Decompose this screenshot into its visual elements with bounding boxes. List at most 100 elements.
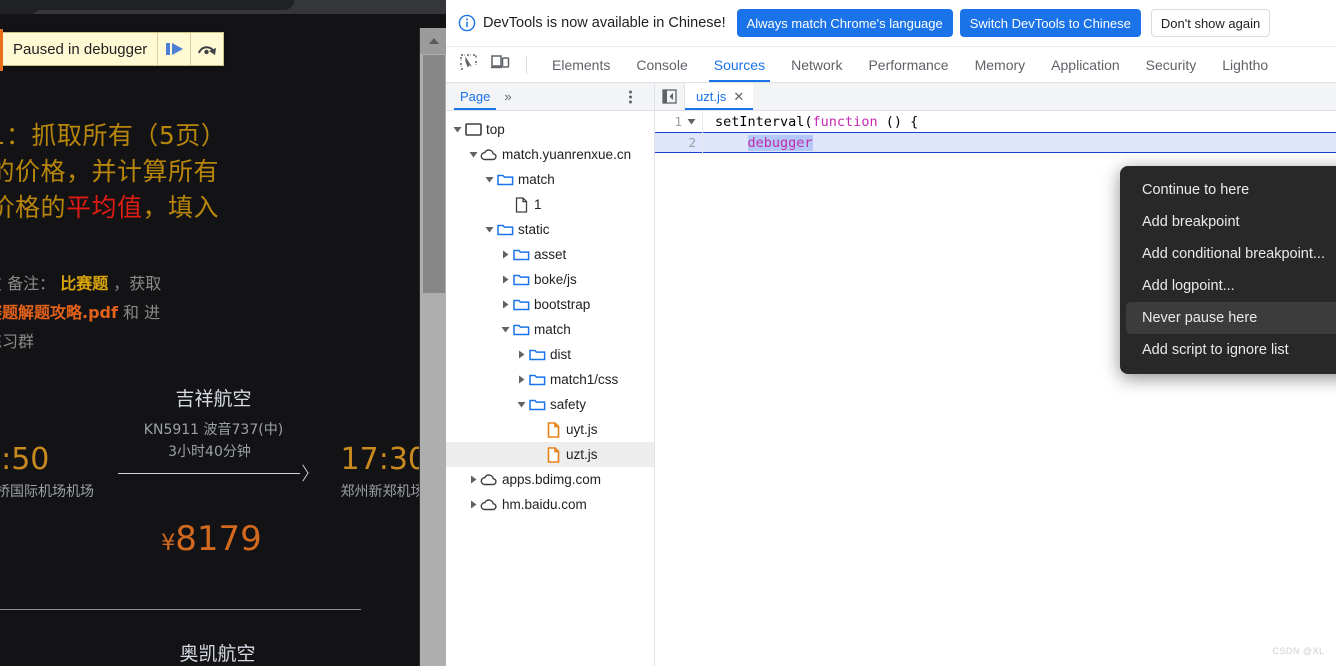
devtools-language-notification: DevTools is now available in Chinese! Al… xyxy=(446,0,1336,47)
tree-node-label: uzt.js xyxy=(566,447,598,462)
tree-node-uzt-js[interactable]: uzt.js xyxy=(446,442,654,467)
tab-application[interactable]: Application xyxy=(1038,47,1133,82)
tree-node-label: hm.baidu.com xyxy=(502,497,587,512)
tree-twisty-right-icon[interactable] xyxy=(514,375,528,384)
tree-twisty-right-icon[interactable] xyxy=(466,500,480,509)
scrollbar-up-arrow-icon[interactable] xyxy=(420,28,446,54)
sources-navigator: Page » top match.yuanrenxue.cn match 1 stati… xyxy=(446,83,655,666)
resume-script-execution-button[interactable] xyxy=(157,33,190,65)
folder-icon xyxy=(512,298,530,311)
tree-twisty-down-icon[interactable] xyxy=(482,225,496,234)
tab-network[interactable]: Network xyxy=(778,47,855,82)
tab-performance[interactable]: Performance xyxy=(855,47,961,82)
line-gutter-1[interactable]: 1 xyxy=(655,111,703,132)
navigator-more-tabs-icon[interactable]: » xyxy=(496,89,518,104)
page-vertical-scrollbar[interactable] xyxy=(419,28,446,666)
tree-twisty-right-icon[interactable] xyxy=(466,475,480,484)
tree-node-uyt-js[interactable]: uyt.js xyxy=(446,417,654,442)
dont-show-again-button[interactable]: Don't show again xyxy=(1150,9,1271,37)
scrollbar-thumb[interactable] xyxy=(423,55,445,293)
folder-icon xyxy=(496,173,514,186)
tab-elements[interactable]: Elements xyxy=(539,47,623,82)
code-line-1[interactable]: 1 setInterval(function () { xyxy=(655,111,1336,132)
code-fold-twisty-icon[interactable] xyxy=(687,114,696,129)
folder-icon xyxy=(512,248,530,261)
tree-twisty-right-icon[interactable] xyxy=(498,300,512,309)
frame-icon xyxy=(464,123,482,136)
question-line-4: 案。 xyxy=(0,226,419,262)
note-line-1-c: ，获取 xyxy=(113,274,162,293)
context-menu-item-never-pause-here[interactable]: Never pause here xyxy=(1126,302,1336,334)
tree-node-apps-bdimg-com[interactable]: apps.bdimg.com xyxy=(446,467,654,492)
tree-twisty-down-icon[interactable] xyxy=(466,150,480,159)
tab-sources[interactable]: Sources xyxy=(701,47,778,82)
tree-node-match[interactable]: match xyxy=(446,317,654,342)
tree-node-match-yuanrenxue-cn[interactable]: match.yuanrenxue.cn xyxy=(446,142,654,167)
note-keyword-contest: 比赛题 xyxy=(60,274,109,293)
context-menu-item-add-logpoint[interactable]: Add logpoint... xyxy=(1120,270,1336,302)
browser-tab-corner-2 xyxy=(34,0,294,10)
tree-node-1[interactable]: 1 xyxy=(446,192,654,217)
tree-node-bootstrap[interactable]: bootstrap xyxy=(446,292,654,317)
tree-node-label: top xyxy=(486,122,505,137)
tree-twisty-down-icon[interactable] xyxy=(450,125,464,134)
tree-node-top[interactable]: top xyxy=(446,117,654,142)
tree-node-label: static xyxy=(518,222,550,237)
note-line-2: 人学比赛题解题攻略.pdf 和 进 xyxy=(0,298,419,327)
flight-times-row: 3:50 工桥国际机场机场 3小时40分钟 17:30 郑州新郑机场 xyxy=(0,441,419,501)
folder-icon xyxy=(528,373,546,386)
tree-node-hm-baidu-com[interactable]: hm.baidu.com xyxy=(446,492,654,517)
switch-devtools-to-chinese-button[interactable]: Switch DevTools to Chinese xyxy=(959,9,1141,37)
tab-security[interactable]: Security xyxy=(1133,47,1210,82)
line-gutter-2[interactable]: 2 xyxy=(655,132,703,153)
context-menu-item-continue-to-here[interactable]: Continue to here xyxy=(1120,174,1336,206)
devtools-tab-strip: Elements Console Sources Network Performance… xyxy=(446,47,1336,83)
context-menu-item-add-script-to-ignore-list[interactable]: Add script to ignore list xyxy=(1120,334,1336,366)
tree-twisty-down-icon[interactable] xyxy=(482,175,496,184)
tree-node-dist[interactable]: dist xyxy=(446,342,654,367)
line-number: 2 xyxy=(688,135,696,150)
close-icon[interactable]: ✕ xyxy=(733,89,744,105)
cloud-icon xyxy=(480,498,498,511)
question-text-block: 目1：抓取所有（5页） 票的价格，并计算所有 票价格的平均值，填入 案。 xyxy=(0,118,419,262)
tab-memory[interactable]: Memory xyxy=(962,47,1039,82)
tab-console[interactable]: Console xyxy=(623,47,700,82)
context-menu-item-add-breakpoint[interactable]: Add breakpoint xyxy=(1120,206,1336,238)
question-line-1: 目1：抓取所有（5页） xyxy=(0,121,227,150)
tree-twisty-down-icon[interactable] xyxy=(514,400,528,409)
navigator-more-options-icon[interactable] xyxy=(629,90,632,103)
tree-node-boke-js[interactable]: boke/js xyxy=(446,267,654,292)
navigator-tab-page[interactable]: Page xyxy=(454,83,497,110)
tree-node-label: boke/js xyxy=(534,272,577,287)
tree-node-asset[interactable]: asset xyxy=(446,242,654,267)
flight-result-card[interactable]: 吉祥航空 KN5911 波音737(中) 3:50 工桥国际机场机场 3小时40… xyxy=(0,384,419,665)
code-line-text: debugger xyxy=(703,134,813,151)
toggle-device-toolbar-icon[interactable] xyxy=(491,54,510,75)
tab-lightho[interactable]: Lightho xyxy=(1209,47,1281,82)
tree-twisty-down-icon[interactable] xyxy=(498,325,512,334)
tree-node-safety[interactable]: safety xyxy=(446,392,654,417)
context-menu-item-add-conditional-breakpoint[interactable]: Add conditional breakpoint... xyxy=(1120,238,1336,270)
tree-node-match1-css[interactable]: match1/css xyxy=(446,367,654,392)
watermark-text: CSDN @XL· xyxy=(1272,646,1328,656)
code-line-2[interactable]: 2 debugger xyxy=(655,132,1336,153)
tree-node-label: match.yuanrenxue.cn xyxy=(502,147,632,162)
tree-node-label: bootstrap xyxy=(534,297,591,312)
tree-node-match[interactable]: match xyxy=(446,167,654,192)
editor-tab-uzt-js[interactable]: uzt.js ✕ xyxy=(685,83,754,110)
collapse-navigator-icon[interactable] xyxy=(655,83,685,110)
web-page-canvas: Paused in debugger 目1：抓取所 xyxy=(0,14,419,666)
devtools-tabs: Elements Console Sources Network Performance… xyxy=(539,47,1281,82)
note-text-block: 码加好友 备注： 比赛题 ，获取 人学比赛题解题攻略.pdf 和 进 湝对抗练习… xyxy=(0,269,419,356)
tree-twisty-right-icon[interactable] xyxy=(498,275,512,284)
inspect-element-icon[interactable] xyxy=(460,53,477,76)
editor-context-menu: Continue to here Add breakpoint Add condit… xyxy=(1120,166,1336,374)
step-over-next-function-call-button[interactable] xyxy=(190,33,223,65)
always-match-chrome-language-button[interactable]: Always match Chrome's language xyxy=(736,9,953,37)
tree-twisty-right-icon[interactable] xyxy=(514,350,528,359)
paused-in-debugger-label: Paused in debugger xyxy=(13,40,148,58)
tree-twisty-right-icon[interactable] xyxy=(498,250,512,259)
note-line-1-a: 码加好友 备注： xyxy=(0,274,56,293)
tree-node-static[interactable]: static xyxy=(446,217,654,242)
js-icon xyxy=(544,421,562,438)
